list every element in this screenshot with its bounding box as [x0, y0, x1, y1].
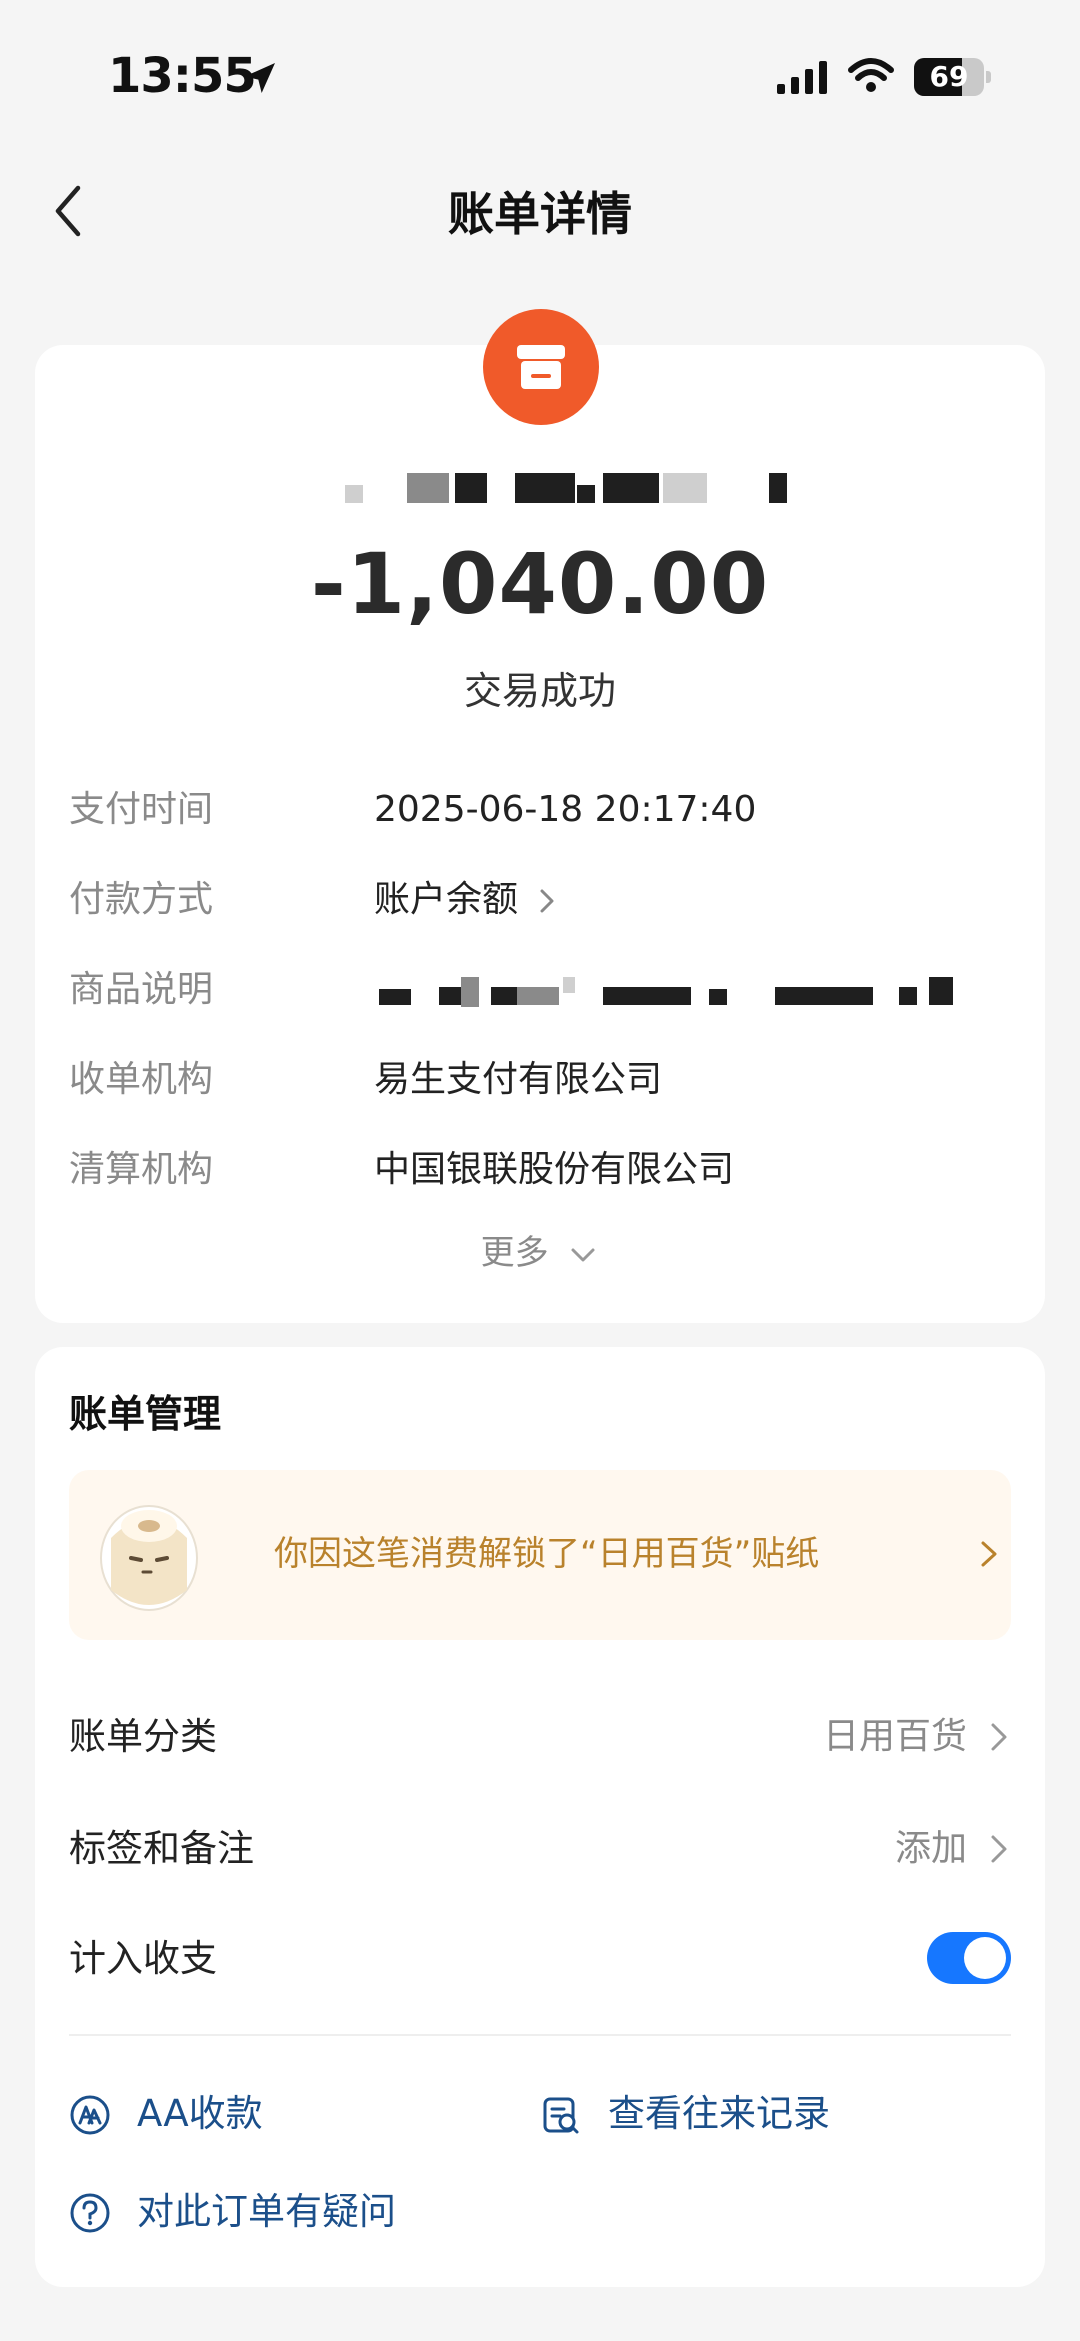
order-question-button[interactable]: 对此订单有疑问: [69, 2182, 549, 2242]
merchant-logo: [483, 309, 599, 425]
wifi-icon: [848, 58, 894, 92]
location-arrow-icon: [245, 63, 275, 93]
transaction-card: -1,040.00 交易成功 支付时间 2025-06-18 20:17:40 …: [35, 309, 1045, 1323]
detail-value[interactable]: 账户余额: [374, 870, 557, 930]
detail-label: 清算机构: [69, 1149, 214, 1190]
detail-row-acquirer: 收单机构 易生支付有限公司: [69, 1050, 1009, 1110]
bill-management-card: 账单管理 你因这笔消费解锁了“日用百货”贴纸 账单分类 日用百货 标签和备注 添…: [35, 1347, 1045, 2287]
chevron-right-icon: [991, 1835, 1007, 1863]
detail-value: 易生支付有限公司: [374, 1059, 663, 1100]
setting-row-bill-category[interactable]: 账单分类 日用百货: [69, 1702, 1011, 1772]
page-title: 账单详情: [448, 187, 632, 241]
detail-row-payment-method[interactable]: 付款方式 账户余额: [69, 870, 1009, 930]
nav-bar: 账单详情: [0, 150, 1080, 270]
setting-label: 标签和备注: [69, 1827, 254, 1870]
chevron-right-icon: [981, 1541, 997, 1567]
detail-label: 支付时间: [69, 789, 214, 830]
question-icon: [70, 2193, 110, 2233]
detail-label: 收单机构: [69, 1059, 214, 1100]
masked-merchant-name: [345, 473, 805, 503]
masked-product-description: [379, 977, 999, 1007]
detail-value: 中国银联股份有限公司: [374, 1149, 735, 1190]
battery-cap: [986, 71, 991, 83]
sticker-promo-banner[interactable]: 你因这笔消费解锁了“日用百货”贴纸: [69, 1470, 1011, 1640]
detail-value: 2025-06-18 20:17:40: [374, 789, 757, 830]
setting-label: 账单分类: [69, 1715, 217, 1758]
chevron-right-icon: [540, 889, 554, 913]
battery-percentage: 69: [929, 60, 969, 93]
transaction-status: 交易成功: [463, 669, 616, 713]
sticker-icon: [100, 1505, 198, 1611]
setting-value: 日用百货: [822, 1716, 967, 1757]
toggle-knob: [964, 1937, 1006, 1979]
count-income-expense-toggle[interactable]: [927, 1932, 1011, 1984]
detail-label: 商品说明: [69, 969, 214, 1010]
setting-row-tags-notes[interactable]: 标签和备注 添加: [69, 1814, 1011, 1884]
action-label: 查看往来记录: [608, 2092, 830, 2135]
action-label: AA收款: [137, 2092, 263, 2135]
section-title: 账单管理: [69, 1392, 222, 1436]
chevron-down-icon: [571, 1248, 595, 1261]
payment-method-value: 账户余额: [374, 879, 519, 920]
setting-row-count-income-expense: 计入收支: [69, 1924, 1011, 1994]
battery-indicator: 69: [914, 58, 992, 96]
detail-row-clearing-institution: 清算机构 中国银联股份有限公司: [69, 1140, 1009, 1200]
cellular-signal-icon: [777, 61, 827, 94]
setting-value: 添加: [894, 1828, 967, 1869]
detail-row-product-description: 商品说明: [69, 960, 1009, 1020]
detail-row-payment-time: 支付时间 2025-06-18 20:17:40: [69, 780, 1009, 840]
status-time: 13:55: [108, 48, 257, 104]
action-label: 对此订单有疑问: [137, 2190, 396, 2233]
more-label: 更多: [480, 1233, 549, 1273]
store-icon: [517, 345, 565, 389]
transaction-amount: -1,040.00: [310, 535, 770, 633]
status-bar: 13:55 69: [0, 0, 1080, 150]
setting-label: 计入收支: [69, 1937, 217, 1980]
aa-icon: [70, 2095, 110, 2135]
aa-collect-button[interactable]: AA收款: [69, 2084, 489, 2144]
records-search-icon: [543, 2097, 579, 2134]
detail-label: 付款方式: [69, 879, 214, 920]
chevron-right-icon: [991, 1723, 1007, 1751]
more-button[interactable]: 更多: [35, 1225, 1045, 1274]
view-records-button[interactable]: 查看往来记录: [540, 2084, 980, 2144]
promo-text: 你因这笔消费解锁了“日用百货”贴纸: [274, 1534, 820, 1574]
battery-body: 69: [914, 58, 984, 96]
section-divider: [69, 2034, 1011, 2036]
